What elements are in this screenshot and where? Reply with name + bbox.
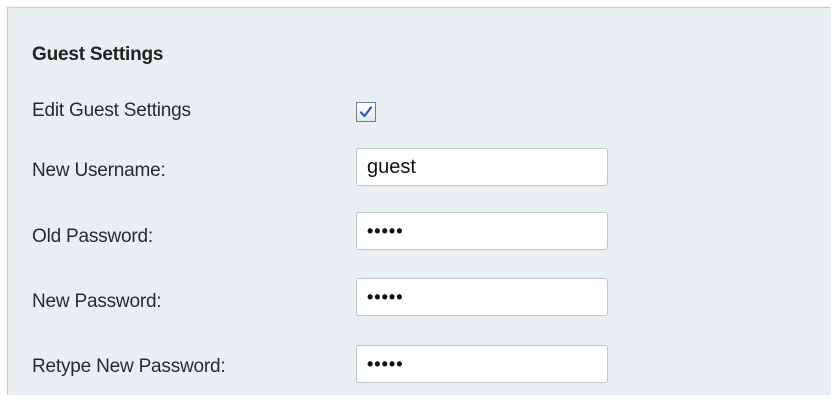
retype-new-password-label: Retype New Password: bbox=[32, 356, 226, 377]
edit-guest-settings-checkbox[interactable] bbox=[356, 102, 376, 122]
guest-settings-panel: Guest Settings Edit Guest Settings New U… bbox=[7, 7, 831, 395]
new-username-label: New Username: bbox=[32, 160, 166, 181]
old-password-input[interactable]: ••••• bbox=[356, 212, 608, 250]
retype-new-password-input[interactable]: ••••• bbox=[356, 345, 608, 383]
check-icon bbox=[359, 106, 373, 118]
section-title: Guest Settings bbox=[32, 44, 164, 65]
new-password-label: New Password: bbox=[32, 291, 162, 312]
new-password-input[interactable]: ••••• bbox=[356, 278, 608, 316]
new-username-input[interactable]: guest bbox=[356, 148, 608, 186]
edit-guest-settings-label: Edit Guest Settings bbox=[32, 100, 191, 121]
old-password-label: Old Password: bbox=[32, 226, 153, 247]
